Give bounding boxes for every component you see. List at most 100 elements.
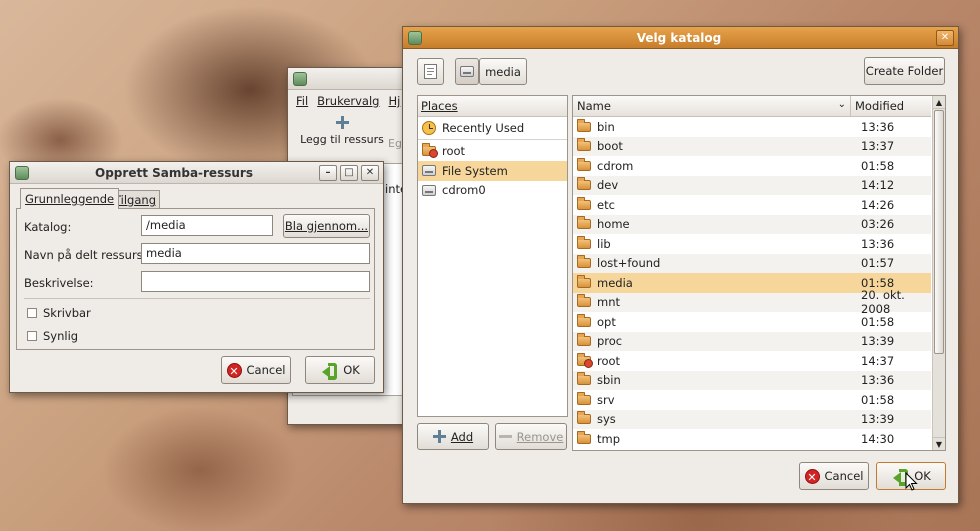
- file-name: lost+found: [597, 256, 661, 271]
- edit-location-icon: [424, 64, 437, 79]
- folder-icon: [577, 313, 591, 327]
- menu-hjelp[interactable]: Hj: [388, 94, 400, 108]
- file-modified: 13:39: [861, 334, 895, 349]
- menu-fil[interactable]: Fil: [296, 94, 308, 108]
- path-media-button[interactable]: media: [479, 58, 527, 85]
- file-name-cell: home: [573, 216, 851, 231]
- file-row-mnt[interactable]: mnt 20. okt. 2008: [573, 288, 931, 316]
- maximize-button[interactable]: □: [340, 164, 358, 181]
- column-name-header[interactable]: Name ⌄: [573, 96, 851, 116]
- file-modified: 03:26: [861, 217, 895, 232]
- folder-icon: [577, 391, 591, 405]
- properties-toolbar-label[interactable]: Eg: [388, 137, 402, 150]
- file-row-lost-found[interactable]: lost+found 01:57: [573, 253, 931, 273]
- folder-icon: [577, 294, 591, 308]
- file-name: sys: [597, 412, 616, 427]
- place-file-system[interactable]: File System: [418, 161, 567, 181]
- app-icon: [15, 165, 29, 180]
- place-recently-used[interactable]: Recently Used: [418, 118, 567, 138]
- file-row-dev[interactable]: dev 14:12: [573, 175, 931, 195]
- add-icon: [335, 116, 349, 129]
- remove-bookmark-button[interactable]: Remove: [495, 423, 567, 450]
- file-name-cell: media: [573, 274, 851, 290]
- file-name-cell: tmp: [573, 430, 851, 446]
- scroll-thumb[interactable]: [934, 110, 944, 354]
- cancel-icon: ✕: [226, 362, 242, 378]
- create-folder-label: Create Folder: [865, 64, 944, 78]
- files-header: Name ⌄ Modified: [573, 96, 931, 117]
- chooser-title: Velg katalog: [636, 30, 722, 45]
- file-modified: 13:37: [861, 139, 895, 154]
- file-name: dev: [597, 178, 619, 193]
- column-modified-label: Modified: [855, 99, 905, 113]
- file-row-tmp[interactable]: tmp 14:30: [573, 429, 931, 449]
- katalog-label: Katalog:: [24, 220, 72, 234]
- file-modified: 13:39: [861, 412, 895, 427]
- file-row-home[interactable]: home 03:26: [573, 214, 931, 234]
- file-modified: 13:36: [861, 119, 895, 134]
- chooser-cancel-label: Cancel: [824, 469, 864, 483]
- create-folder-button[interactable]: Create Folder: [864, 57, 945, 85]
- close-button[interactable]: ✕: [361, 164, 379, 181]
- folder-chooser-dialog: Velg katalog ✕ media Create Folder Place…: [402, 26, 959, 504]
- file-row-boot[interactable]: boot 13:37: [573, 136, 931, 156]
- folder-icon: [577, 138, 591, 152]
- writable-checkbox[interactable]: [27, 308, 37, 318]
- file-row-lib[interactable]: lib 13:36: [573, 234, 931, 254]
- samba-ok-button[interactable]: OK: [305, 356, 375, 384]
- file-name: bin: [597, 119, 615, 134]
- cancel-icon: ✕: [804, 468, 820, 484]
- katalog-input[interactable]: /media: [141, 215, 273, 236]
- clock-icon: [422, 120, 436, 135]
- file-name-cell: lost+found: [573, 255, 851, 271]
- folder-icon: [577, 196, 591, 210]
- share-name-input[interactable]: media: [141, 243, 370, 264]
- add-share-toolbar-button[interactable]: Legg til ressurs: [294, 116, 390, 146]
- file-name: boot: [597, 139, 623, 154]
- column-modified-header[interactable]: Modified: [851, 96, 931, 116]
- writable-label[interactable]: Skrivbar: [43, 306, 91, 320]
- file-row-etc[interactable]: etc 14:26: [573, 195, 931, 215]
- chooser-cancel-button[interactable]: ✕ Cancel: [799, 462, 869, 490]
- scroll-up-arrow[interactable]: ▲: [933, 96, 945, 109]
- scroll-down-arrow[interactable]: ▼: [933, 437, 945, 450]
- places-header[interactable]: Places: [418, 96, 567, 117]
- main-window-titlebar[interactable]: [288, 68, 416, 90]
- remove-icon: [498, 435, 512, 438]
- file-row-bin[interactable]: bin 13:36: [573, 117, 931, 137]
- separator: [24, 298, 370, 299]
- places-separator: [418, 138, 567, 140]
- main-menubar: Fil Brukervalg Hj: [288, 90, 408, 112]
- tab-grunnleggende[interactable]: Grunnleggende: [20, 188, 120, 209]
- path-root-button[interactable]: [455, 58, 479, 85]
- folder-icon: [577, 216, 591, 230]
- file-modified: 14:37: [861, 353, 895, 368]
- visible-checkbox[interactable]: [27, 331, 37, 341]
- description-input[interactable]: [141, 271, 370, 292]
- file-row-srv[interactable]: srv 01:58: [573, 390, 931, 410]
- browse-label: Bla gjennom...: [284, 219, 369, 233]
- file-name-cell: cdrom: [573, 157, 851, 173]
- place-root[interactable]: root: [418, 142, 567, 162]
- add-bookmark-button[interactable]: Add: [417, 423, 489, 450]
- browse-button[interactable]: Bla gjennom...: [283, 214, 370, 238]
- files-scrollbar[interactable]: ▲ ▼: [932, 96, 945, 450]
- file-row-sys[interactable]: sys 13:39: [573, 409, 931, 429]
- file-row-sbin[interactable]: sbin 13:36: [573, 370, 931, 390]
- file-row-cdrom[interactable]: cdrom 01:58: [573, 156, 931, 176]
- menu-brukervalg[interactable]: Brukervalg: [317, 94, 379, 108]
- samba-dialog-titlebar[interactable]: Opprett Samba-ressurs – □ ✕: [10, 162, 383, 184]
- visible-label[interactable]: Synlig: [43, 329, 78, 343]
- edit-location-button[interactable]: [417, 58, 444, 85]
- chooser-titlebar[interactable]: Velg katalog ✕: [403, 27, 958, 49]
- file-row-opt[interactable]: opt 01:58: [573, 312, 931, 332]
- share-name-label: Navn på delt ressurs: [24, 248, 143, 262]
- samba-cancel-button[interactable]: ✕ Cancel: [221, 356, 291, 384]
- place-cdrom0[interactable]: cdrom0: [418, 181, 567, 201]
- file-row-proc[interactable]: proc 13:39: [573, 331, 931, 351]
- file-row-root[interactable]: root 14:37: [573, 351, 931, 371]
- minimize-button[interactable]: –: [319, 164, 337, 181]
- folder-icon: [577, 352, 593, 368]
- folder-icon: [577, 274, 591, 288]
- close-button[interactable]: ✕: [936, 29, 954, 46]
